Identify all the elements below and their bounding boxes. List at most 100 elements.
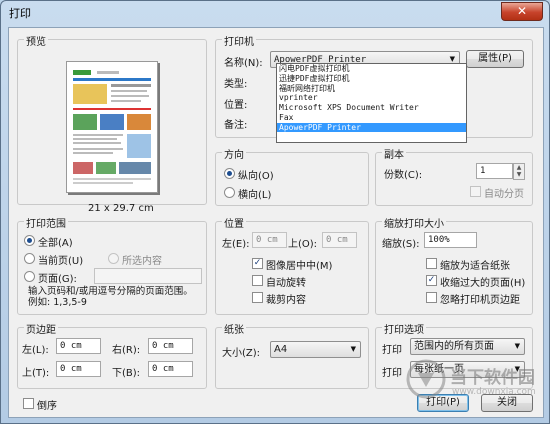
page-range-hint: 输入页码和/或用逗号分隔的页面范围。例如: 1,3,5-9 [28, 286, 193, 308]
chevron-down-icon: ▼ [514, 342, 520, 350]
margin-right-input[interactable]: 0 cm [148, 338, 193, 354]
position-left-label: 左(E): [222, 239, 250, 250]
margin-right-label: 右(R): [112, 345, 141, 356]
reverse-order-checkbox[interactable] [23, 398, 34, 409]
paper-size-value: A4 [274, 344, 288, 355]
copies-count-label: 份数(C): [384, 170, 423, 181]
pages-per-sheet-label: 打印 [382, 368, 402, 379]
print-options-title: 打印选项 [382, 321, 426, 336]
printer-option[interactable]: vprinter [277, 93, 466, 103]
scale-label: 缩放(S): [382, 239, 420, 250]
watermark-logo-icon [406, 359, 446, 399]
margin-bottom-label: 下(B): [112, 368, 141, 379]
margin-left-input[interactable]: 0 cm [56, 338, 101, 354]
collate-label: 自动分页 [484, 189, 524, 200]
range-all-label: 全部(A) [38, 238, 73, 249]
printer-option[interactable]: Microsoft XPS Document Writer [277, 103, 466, 113]
margin-left-label: 左(L): [22, 345, 49, 356]
paper-group: 纸张 大小(Z): A4 ▼ [215, 321, 369, 389]
watermark: 当下软件园 www.downxia.com [406, 355, 546, 410]
range-selection-label: 所选内容 [122, 256, 162, 267]
watermark-text: 当下软件园 [450, 368, 535, 388]
ignore-margins-checkbox[interactable] [426, 292, 437, 303]
reverse-order-label: 倒序 [37, 401, 57, 412]
portrait-label: 纵向(O) [238, 171, 274, 182]
range-pages-label: 页面(G): [38, 274, 77, 285]
page-preview [66, 61, 158, 193]
print-what-select[interactable]: 范围内的所有页面 ▼ [410, 338, 525, 355]
printer-option-selected[interactable]: ApowerPDF Printer [277, 122, 466, 133]
print-range-title: 打印范围 [24, 215, 68, 230]
landscape-radio[interactable] [224, 187, 235, 198]
printer-type-label: 类型: [224, 79, 248, 90]
window-title: 打印 [9, 7, 31, 20]
title-bar: 打印 ✕ [1, 1, 549, 23]
position-top-input[interactable]: 0 cm [322, 232, 357, 248]
printer-option[interactable]: Fax [277, 113, 466, 123]
fit-to-paper-label: 缩放为适合纸张 [440, 261, 510, 272]
position-title: 位置 [222, 215, 246, 230]
close-window-button[interactable]: ✕ [501, 2, 543, 21]
copies-spinner[interactable]: ▲ ▼ [513, 163, 525, 180]
preview-title: 预览 [24, 33, 48, 48]
paper-size-select[interactable]: A4 ▼ [270, 341, 361, 358]
position-left-input[interactable]: 0 cm [252, 232, 287, 248]
range-pages-radio[interactable] [24, 271, 35, 282]
orientation-title: 方向 [222, 146, 246, 161]
landscape-label: 横向(L) [238, 190, 272, 201]
margin-bottom-input[interactable]: 0 cm [148, 361, 193, 377]
spin-up-icon[interactable]: ▲ [514, 164, 524, 171]
printer-dropdown-list: 闪电PDF虚拟打印机 迅捷PDF虚拟打印机 福昕网络打印机 vprinter M… [276, 63, 467, 143]
shrink-oversized-checkbox[interactable]: ✓ [426, 275, 437, 286]
paper-size-label: 大小(Z): [222, 348, 261, 359]
scale-group: 缩放打印大小 缩放(S): 100% 缩放为适合纸张 ✓ 收缩过大的页面(H) … [375, 215, 533, 315]
range-current-label: 当前页(U) [38, 256, 84, 267]
ignore-margins-label: 忽略打印机页边距 [440, 295, 520, 306]
portrait-radio[interactable] [224, 168, 235, 179]
copies-title: 副本 [382, 146, 406, 161]
crop-content-checkbox[interactable] [252, 292, 263, 303]
preview-group: 预览 21 x 29.7 cm [17, 33, 207, 214]
print-what-label: 打印 [382, 345, 402, 356]
collate-checkbox[interactable] [470, 186, 481, 197]
print-dialog: 打印 ✕ 预览 21 x 29.7 cm 打印机 名称(N): ApowerPD… [0, 0, 550, 424]
page-range-input[interactable] [94, 268, 202, 284]
margins-group: 页边距 左(L): 0 cm 右(R): 0 cm 上(T): 0 cm 下(B… [17, 321, 207, 389]
copies-group: 副本 份数(C): 1 ▲ ▼ 自动分页 [375, 146, 533, 206]
preview-page-thumbnail [73, 70, 151, 184]
margins-title: 页边距 [24, 321, 58, 336]
printer-title: 打印机 [222, 33, 256, 48]
properties-button[interactable]: 属性(P) [466, 50, 524, 68]
shrink-oversized-label: 收缩过大的页面(H) [440, 278, 526, 289]
printer-location-label: 位置: [224, 100, 248, 111]
fit-to-paper-checkbox[interactable] [426, 258, 437, 269]
chevron-down-icon: ▼ [350, 345, 356, 353]
copies-count-input[interactable]: 1 [476, 163, 513, 179]
position-top-label: 上(O): [288, 239, 318, 250]
spin-down-icon[interactable]: ▼ [514, 171, 524, 178]
crop-content-label: 裁剪内容 [266, 295, 306, 306]
scale-title: 缩放打印大小 [382, 215, 446, 230]
range-current-radio[interactable] [24, 253, 35, 264]
range-all-radio[interactable] [24, 235, 35, 246]
print-what-value: 范围内的所有页面 [414, 341, 494, 352]
printer-option[interactable]: 福昕网络打印机 [277, 84, 466, 94]
orientation-group: 方向 纵向(O) 横向(L) [215, 146, 369, 206]
auto-rotate-label: 自动旋转 [266, 278, 306, 289]
margin-top-label: 上(T): [22, 368, 50, 379]
scale-input[interactable]: 100% [424, 232, 477, 248]
printer-name-label: 名称(N): [224, 58, 263, 69]
printer-option[interactable]: 迅捷PDF虚拟打印机 [277, 74, 466, 84]
position-group: 位置 左(E): 0 cm 上(O): 0 cm ✓ 图像居中中(M) 自动旋转… [215, 215, 369, 315]
printer-comment-label: 备注: [224, 120, 248, 131]
printer-option[interactable]: 闪电PDF虚拟打印机 [277, 64, 466, 74]
range-selection-radio[interactable] [108, 253, 119, 264]
center-image-checkbox[interactable]: ✓ [252, 258, 263, 269]
margin-top-input[interactable]: 0 cm [56, 361, 101, 377]
paper-title: 纸张 [222, 321, 246, 336]
paper-size-text: 21 x 29.7 cm [88, 203, 154, 214]
watermark-url: www.downxia.com [452, 387, 536, 397]
print-range-group: 打印范围 全部(A) 当前页(U) 所选内容 页面(G): 输入页码和/或用逗号… [17, 215, 207, 315]
center-image-label: 图像居中中(M) [266, 261, 333, 272]
auto-rotate-checkbox[interactable] [252, 275, 263, 286]
